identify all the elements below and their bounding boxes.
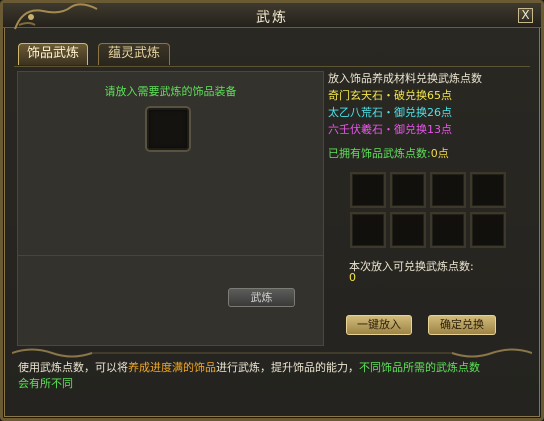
exchange-title: 放入饰品养成材料兑换武炼点数 (328, 72, 482, 85)
desc-part-2: 养成进度满的饰品 (128, 361, 216, 374)
material-slot[interactable] (350, 212, 386, 248)
material-slot[interactable] (390, 172, 426, 208)
material-slot[interactable] (470, 212, 506, 248)
exchange-points-value: 0 (349, 271, 356, 284)
desc-part-5: 会有所不同 (18, 377, 73, 390)
left-panel: 请放入需要武炼的饰品装备 武炼 (17, 71, 324, 346)
material-slot[interactable] (350, 172, 386, 208)
refine-button[interactable]: 武炼 (228, 288, 295, 307)
material-slot[interactable] (390, 212, 426, 248)
owned-points: 已拥有饰品武炼点数:0点 (328, 145, 449, 161)
close-button[interactable]: X (518, 8, 533, 23)
tab-divider (14, 66, 530, 67)
divider-ornament-icon (12, 348, 532, 358)
confirm-exchange-button[interactable]: 确定兑换 (428, 315, 496, 335)
desc-part-4: 不同饰品所需的武炼点数 (359, 361, 480, 374)
owned-points-label: 已拥有饰品武炼点数: (328, 147, 431, 160)
window-title: 武炼 (256, 10, 288, 26)
material-line-1: 奇门玄天石・破兑换65点 (328, 89, 452, 102)
description-text: 使用武炼点数，可以将养成进度满的饰品进行武炼，提升饰品的能力，不同饰品所需的武炼… (18, 360, 528, 392)
material-line-3: 六壬伏羲石・御兑换13点 (328, 123, 452, 136)
material-slots (350, 172, 506, 250)
tab-accessory-refine[interactable]: 饰品武炼 (18, 43, 88, 65)
equip-hint: 请放入需要武炼的饰品装备 (104, 85, 237, 98)
owned-points-value: 0点 (430, 147, 449, 160)
title-bar[interactable]: 武炼 X (3, 3, 541, 30)
equipment-slot[interactable] (145, 106, 191, 152)
exchange-points-label: 本次放入可兑换武炼点数: (349, 260, 474, 273)
material-slot[interactable] (430, 212, 466, 248)
desc-part-3: 进行武炼，提升饰品的能力， (216, 361, 359, 374)
equip-area: 请放入需要武炼的饰品装备 (18, 72, 323, 256)
right-panel: 放入饰品养成材料兑换武炼点数 奇门玄天石・破兑换65点 太乙八荒石・御兑换26点… (328, 70, 532, 346)
material-line-2: 太乙八荒石・御兑换26点 (328, 106, 452, 119)
material-slot[interactable] (430, 172, 466, 208)
material-slot[interactable] (470, 172, 506, 208)
tab-spirit-refine[interactable]: 蕴灵武炼 (98, 43, 170, 65)
desc-part-1: 使用武炼点数，可以将 (18, 361, 128, 374)
quick-put-button[interactable]: 一键放入 (346, 315, 412, 335)
